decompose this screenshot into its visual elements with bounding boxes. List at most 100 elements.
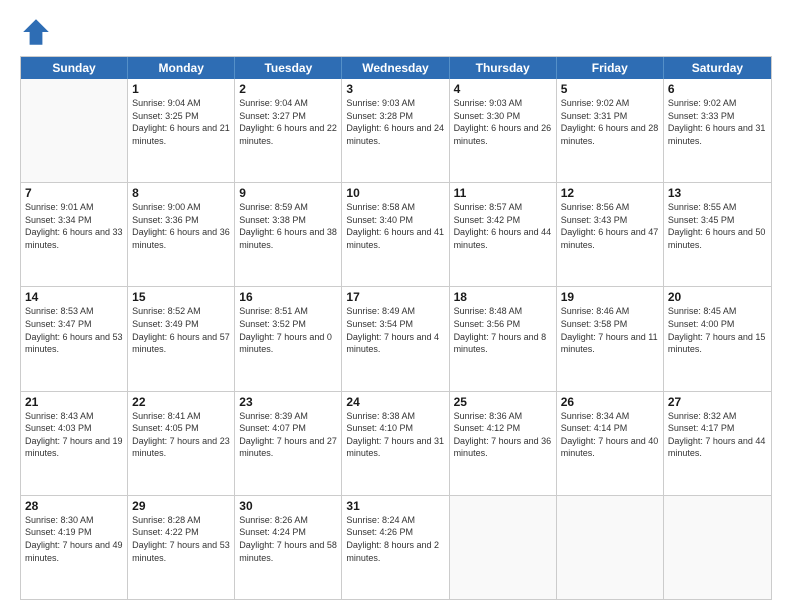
day-detail: Sunrise: 8:26 AMSunset: 4:24 PMDaylight:… [239, 514, 337, 564]
day-cell-2: 2Sunrise: 9:04 AMSunset: 3:27 PMDaylight… [235, 79, 342, 182]
day-detail: Sunrise: 9:00 AMSunset: 3:36 PMDaylight:… [132, 201, 230, 251]
day-number: 4 [454, 82, 552, 96]
day-cell-3: 3Sunrise: 9:03 AMSunset: 3:28 PMDaylight… [342, 79, 449, 182]
day-detail: Sunrise: 9:02 AMSunset: 3:31 PMDaylight:… [561, 97, 659, 147]
day-number: 30 [239, 499, 337, 513]
day-number: 15 [132, 290, 230, 304]
day-cell-21: 21Sunrise: 8:43 AMSunset: 4:03 PMDayligh… [21, 392, 128, 495]
day-number: 1 [132, 82, 230, 96]
day-number: 26 [561, 395, 659, 409]
day-detail: Sunrise: 8:36 AMSunset: 4:12 PMDaylight:… [454, 410, 552, 460]
day-number: 17 [346, 290, 444, 304]
header-friday: Friday [557, 57, 664, 79]
header-wednesday: Wednesday [342, 57, 449, 79]
day-detail: Sunrise: 8:38 AMSunset: 4:10 PMDaylight:… [346, 410, 444, 460]
day-cell-23: 23Sunrise: 8:39 AMSunset: 4:07 PMDayligh… [235, 392, 342, 495]
day-detail: Sunrise: 9:04 AMSunset: 3:27 PMDaylight:… [239, 97, 337, 147]
day-detail: Sunrise: 8:49 AMSunset: 3:54 PMDaylight:… [346, 305, 444, 355]
header-thursday: Thursday [450, 57, 557, 79]
day-detail: Sunrise: 8:45 AMSunset: 4:00 PMDaylight:… [668, 305, 767, 355]
day-cell-20: 20Sunrise: 8:45 AMSunset: 4:00 PMDayligh… [664, 287, 771, 390]
day-detail: Sunrise: 8:59 AMSunset: 3:38 PMDaylight:… [239, 201, 337, 251]
day-detail: Sunrise: 9:02 AMSunset: 3:33 PMDaylight:… [668, 97, 767, 147]
day-number: 25 [454, 395, 552, 409]
day-detail: Sunrise: 9:01 AMSunset: 3:34 PMDaylight:… [25, 201, 123, 251]
day-cell-29: 29Sunrise: 8:28 AMSunset: 4:22 PMDayligh… [128, 496, 235, 599]
day-number: 20 [668, 290, 767, 304]
day-detail: Sunrise: 8:52 AMSunset: 3:49 PMDaylight:… [132, 305, 230, 355]
day-cell-13: 13Sunrise: 8:55 AMSunset: 3:45 PMDayligh… [664, 183, 771, 286]
empty-cell [450, 496, 557, 599]
day-number: 27 [668, 395, 767, 409]
calendar-body: 1Sunrise: 9:04 AMSunset: 3:25 PMDaylight… [21, 79, 771, 599]
day-detail: Sunrise: 8:51 AMSunset: 3:52 PMDaylight:… [239, 305, 337, 355]
logo [20, 16, 54, 48]
day-detail: Sunrise: 9:03 AMSunset: 3:30 PMDaylight:… [454, 97, 552, 147]
day-detail: Sunrise: 8:39 AMSunset: 4:07 PMDaylight:… [239, 410, 337, 460]
day-cell-24: 24Sunrise: 8:38 AMSunset: 4:10 PMDayligh… [342, 392, 449, 495]
header-saturday: Saturday [664, 57, 771, 79]
day-number: 3 [346, 82, 444, 96]
week-row-1: 1Sunrise: 9:04 AMSunset: 3:25 PMDaylight… [21, 79, 771, 183]
day-detail: Sunrise: 8:30 AMSunset: 4:19 PMDaylight:… [25, 514, 123, 564]
day-detail: Sunrise: 8:46 AMSunset: 3:58 PMDaylight:… [561, 305, 659, 355]
day-detail: Sunrise: 8:56 AMSunset: 3:43 PMDaylight:… [561, 201, 659, 251]
day-detail: Sunrise: 8:55 AMSunset: 3:45 PMDaylight:… [668, 201, 767, 251]
day-detail: Sunrise: 8:48 AMSunset: 3:56 PMDaylight:… [454, 305, 552, 355]
calendar-header: SundayMondayTuesdayWednesdayThursdayFrid… [21, 57, 771, 79]
day-detail: Sunrise: 9:04 AMSunset: 3:25 PMDaylight:… [132, 97, 230, 147]
day-cell-10: 10Sunrise: 8:58 AMSunset: 3:40 PMDayligh… [342, 183, 449, 286]
week-row-4: 21Sunrise: 8:43 AMSunset: 4:03 PMDayligh… [21, 392, 771, 496]
day-cell-14: 14Sunrise: 8:53 AMSunset: 3:47 PMDayligh… [21, 287, 128, 390]
empty-cell [664, 496, 771, 599]
day-cell-22: 22Sunrise: 8:41 AMSunset: 4:05 PMDayligh… [128, 392, 235, 495]
day-detail: Sunrise: 8:24 AMSunset: 4:26 PMDaylight:… [346, 514, 444, 564]
day-detail: Sunrise: 8:34 AMSunset: 4:14 PMDaylight:… [561, 410, 659, 460]
day-number: 10 [346, 186, 444, 200]
day-detail: Sunrise: 8:57 AMSunset: 3:42 PMDaylight:… [454, 201, 552, 251]
day-detail: Sunrise: 8:41 AMSunset: 4:05 PMDaylight:… [132, 410, 230, 460]
calendar: SundayMondayTuesdayWednesdayThursdayFrid… [20, 56, 772, 600]
header-tuesday: Tuesday [235, 57, 342, 79]
day-detail: Sunrise: 8:43 AMSunset: 4:03 PMDaylight:… [25, 410, 123, 460]
day-cell-30: 30Sunrise: 8:26 AMSunset: 4:24 PMDayligh… [235, 496, 342, 599]
day-number: 6 [668, 82, 767, 96]
day-number: 9 [239, 186, 337, 200]
empty-cell [557, 496, 664, 599]
header-monday: Monday [128, 57, 235, 79]
day-cell-25: 25Sunrise: 8:36 AMSunset: 4:12 PMDayligh… [450, 392, 557, 495]
week-row-2: 7Sunrise: 9:01 AMSunset: 3:34 PMDaylight… [21, 183, 771, 287]
logo-icon [20, 16, 52, 48]
day-number: 13 [668, 186, 767, 200]
day-cell-8: 8Sunrise: 9:00 AMSunset: 3:36 PMDaylight… [128, 183, 235, 286]
day-cell-26: 26Sunrise: 8:34 AMSunset: 4:14 PMDayligh… [557, 392, 664, 495]
day-cell-4: 4Sunrise: 9:03 AMSunset: 3:30 PMDaylight… [450, 79, 557, 182]
day-detail: Sunrise: 8:53 AMSunset: 3:47 PMDaylight:… [25, 305, 123, 355]
day-number: 24 [346, 395, 444, 409]
day-cell-19: 19Sunrise: 8:46 AMSunset: 3:58 PMDayligh… [557, 287, 664, 390]
day-number: 31 [346, 499, 444, 513]
day-number: 12 [561, 186, 659, 200]
day-cell-18: 18Sunrise: 8:48 AMSunset: 3:56 PMDayligh… [450, 287, 557, 390]
day-cell-31: 31Sunrise: 8:24 AMSunset: 4:26 PMDayligh… [342, 496, 449, 599]
page: SundayMondayTuesdayWednesdayThursdayFrid… [0, 0, 792, 612]
day-number: 28 [25, 499, 123, 513]
header-sunday: Sunday [21, 57, 128, 79]
day-detail: Sunrise: 8:28 AMSunset: 4:22 PMDaylight:… [132, 514, 230, 564]
header [20, 16, 772, 48]
day-cell-11: 11Sunrise: 8:57 AMSunset: 3:42 PMDayligh… [450, 183, 557, 286]
day-number: 29 [132, 499, 230, 513]
day-cell-17: 17Sunrise: 8:49 AMSunset: 3:54 PMDayligh… [342, 287, 449, 390]
day-cell-1: 1Sunrise: 9:04 AMSunset: 3:25 PMDaylight… [128, 79, 235, 182]
day-detail: Sunrise: 8:58 AMSunset: 3:40 PMDaylight:… [346, 201, 444, 251]
day-cell-12: 12Sunrise: 8:56 AMSunset: 3:43 PMDayligh… [557, 183, 664, 286]
day-number: 23 [239, 395, 337, 409]
day-detail: Sunrise: 9:03 AMSunset: 3:28 PMDaylight:… [346, 97, 444, 147]
day-cell-15: 15Sunrise: 8:52 AMSunset: 3:49 PMDayligh… [128, 287, 235, 390]
day-number: 22 [132, 395, 230, 409]
day-number: 14 [25, 290, 123, 304]
day-cell-28: 28Sunrise: 8:30 AMSunset: 4:19 PMDayligh… [21, 496, 128, 599]
day-cell-9: 9Sunrise: 8:59 AMSunset: 3:38 PMDaylight… [235, 183, 342, 286]
day-detail: Sunrise: 8:32 AMSunset: 4:17 PMDaylight:… [668, 410, 767, 460]
day-number: 11 [454, 186, 552, 200]
